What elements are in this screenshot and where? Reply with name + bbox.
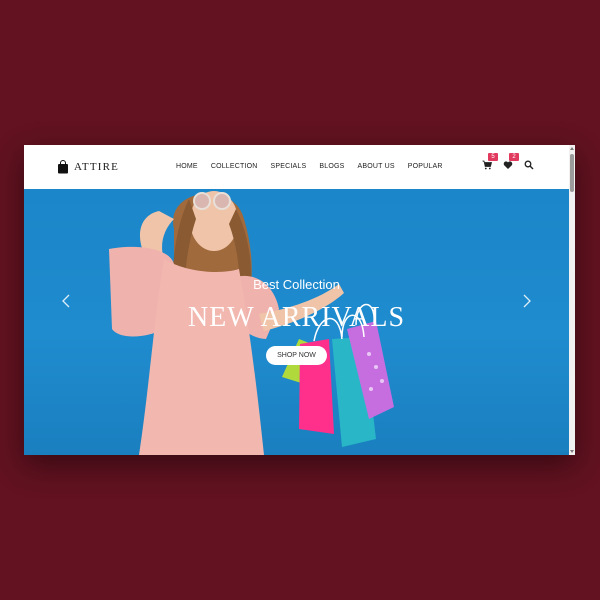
hero-banner: Best Collection NEW ARRIVALS SHOP NOW <box>24 189 569 455</box>
shop-now-button[interactable]: SHOP NOW <box>266 346 327 365</box>
menu-item-blogs[interactable]: BLOGS <box>319 163 344 170</box>
menu-item-collection[interactable]: COLLECTION <box>211 163 258 170</box>
scroll-thumb[interactable] <box>570 154 574 192</box>
menu-item-popular[interactable]: POPULAR <box>408 163 443 170</box>
main-menu: HOME COLLECTION SPECIALS BLOGS ABOUT US … <box>176 163 456 170</box>
chevron-left-icon <box>62 294 70 308</box>
wishlist-count-badge: 2 <box>509 153 519 161</box>
carousel-prev-button[interactable] <box>60 293 72 309</box>
brand-name: ATTIRE <box>74 161 120 173</box>
scroll-down-arrow[interactable] <box>570 450 574 453</box>
cart-icon <box>482 160 492 170</box>
cart-count-badge: 5 <box>488 153 498 161</box>
cart-button[interactable]: 5 <box>482 153 498 170</box>
menu-item-specials[interactable]: SPECIALS <box>271 163 307 170</box>
header-icons: 5 2 <box>482 153 534 170</box>
brand-logo[interactable]: ATTIRE <box>57 160 119 174</box>
wishlist-button[interactable]: 2 <box>503 153 519 170</box>
heart-icon <box>503 161 513 169</box>
browser-window: ATTIRE HOME COLLECTION SPECIALS BLOGS AB… <box>24 145 575 455</box>
top-navbar: ATTIRE HOME COLLECTION SPECIALS BLOGS AB… <box>24 145 569 189</box>
search-button[interactable] <box>524 160 534 170</box>
menu-item-home[interactable]: HOME <box>176 163 198 170</box>
scroll-up-arrow[interactable] <box>570 147 574 150</box>
hero-title: NEW ARRIVALS <box>187 302 406 333</box>
shopping-bag-icon <box>58 160 68 174</box>
vertical-scrollbar[interactable] <box>569 145 575 455</box>
search-icon <box>524 160 534 170</box>
carousel-next-button[interactable] <box>521 293 533 309</box>
hero-subtitle: Best Collection <box>253 277 340 292</box>
menu-item-about-us[interactable]: ABOUT US <box>358 163 395 170</box>
chevron-right-icon <box>523 294 531 308</box>
